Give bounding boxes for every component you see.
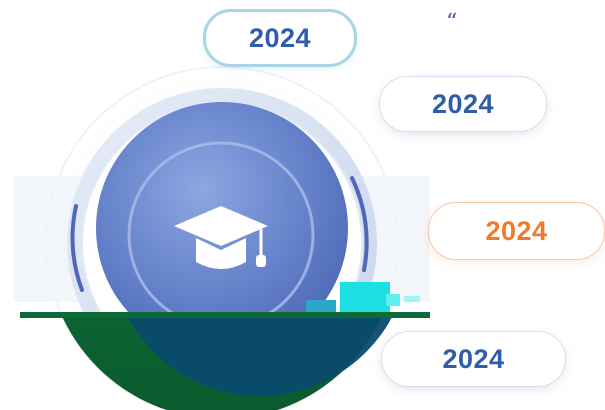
cyan-glitch-4 (306, 300, 336, 312)
quote-mark-icon: “ (446, 10, 458, 35)
cyan-glitch-3 (404, 296, 420, 302)
cyan-glitch-1 (340, 282, 390, 312)
year-badge-upper-right: 2024 (379, 76, 547, 132)
year-badge-bottom: 2024 (381, 331, 566, 387)
cyan-glitch-2 (386, 294, 400, 306)
year-badge-top: 2024 (203, 9, 357, 67)
year-badge-highlighted: 2024 (428, 202, 605, 260)
graphic-canvas: 2024 “ 2024 2024 2024 (0, 0, 605, 410)
